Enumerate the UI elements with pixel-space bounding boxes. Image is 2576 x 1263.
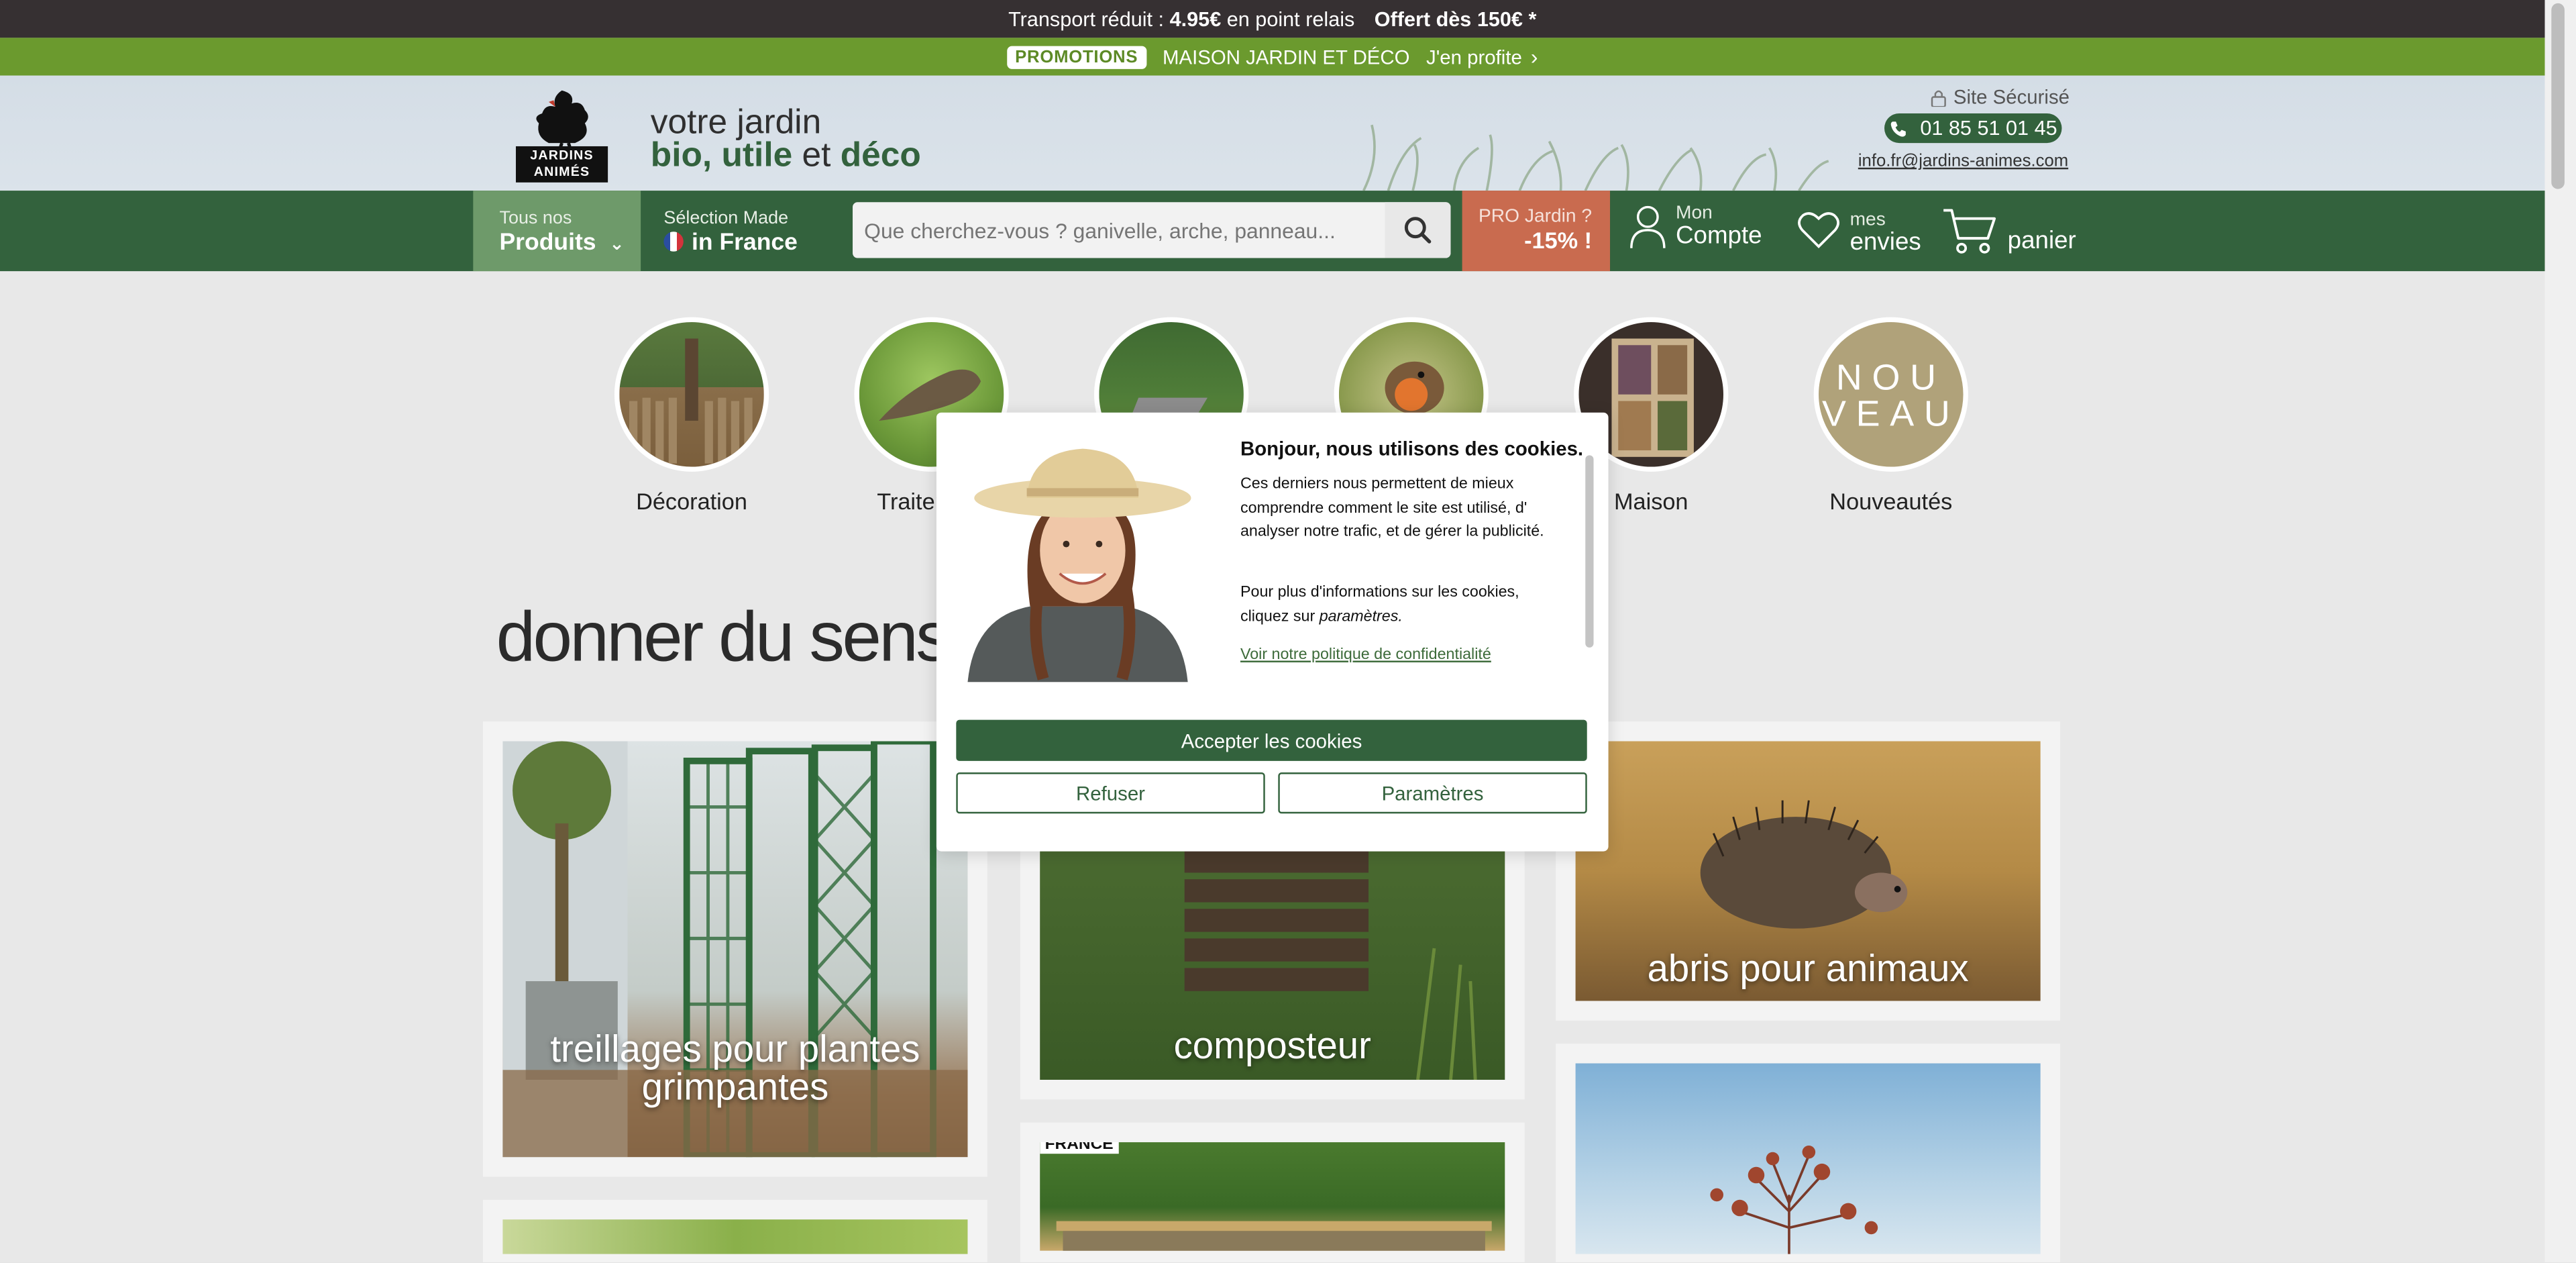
promo-badge: PROMOTIONS — [1006, 45, 1146, 68]
category-decoration[interactable]: Décoration — [612, 317, 770, 515]
cookie-settings-button[interactable]: Paramètres — [1278, 772, 1587, 814]
category-decoration-image — [614, 317, 769, 472]
chevron-down-icon: ⌄ — [609, 235, 625, 255]
page-scrollbar[interactable] — [2544, 0, 2576, 1262]
rooster-logo-icon — [536, 90, 588, 153]
card-trellis-image: treillages pour plantes grimpantes — [502, 741, 968, 1158]
settings-inline-link[interactable]: paramètres. — [1320, 607, 1403, 625]
search-input[interactable] — [853, 202, 1382, 258]
france-flag-icon — [663, 232, 684, 252]
cart-link[interactable]: panier — [1942, 205, 2076, 254]
cookie-consent-dialog: Bonjour, nous utilisons des cookies. Ces… — [936, 412, 1609, 852]
card-trellis-caption: treillages pour plantes grimpantes — [550, 1027, 920, 1108]
category-new[interactable]: NOU VEAU Nouveautés — [1812, 317, 1970, 515]
card-france[interactable]: FRANCE — [1020, 1122, 1525, 1262]
site-header: JARDINS ANIMÉS votre jardin bio, utile e… — [0, 75, 2545, 191]
phone-button[interactable]: 01 85 51 01 45 — [1884, 113, 2062, 144]
page-scrollbar-thumb[interactable] — [2551, 3, 2565, 189]
secure-site-label: Site Sécurisé — [1931, 85, 2070, 109]
accept-cookies-button[interactable]: Accepter les cookies — [956, 719, 1587, 761]
user-icon — [1630, 205, 1666, 248]
new-badge: NOU VEAU — [1813, 317, 1968, 472]
card-bottom-left[interactable] — [483, 1199, 987, 1262]
search-icon — [1404, 217, 1432, 244]
cookie-dialog-more-info: Pour plus d'informations sur les cookies… — [1240, 583, 1519, 625]
card-wind-spinner-image — [1575, 1063, 2041, 1254]
card-animal-shelters-image: abris pour animaux — [1575, 741, 2041, 1001]
email-link[interactable]: info.fr@jardins-animes.com — [1858, 151, 2068, 170]
tagline-line2: bio, utile et déco — [650, 136, 921, 174]
cart-icon — [1943, 209, 1996, 254]
card-trellis[interactable]: treillages pour plantes grimpantes — [483, 721, 987, 1177]
card-animal-shelters[interactable]: abris pour animaux — [1556, 721, 2061, 1021]
wishlist-link[interactable]: mes envies — [1797, 204, 1921, 256]
refuse-cookies-button[interactable]: Refuser — [956, 772, 1265, 814]
card-composter[interactable]: composteur — [1020, 829, 1525, 1100]
card-composter-caption: composteur — [1173, 1023, 1371, 1067]
card-france-image: FRANCE — [1040, 1142, 1505, 1251]
promo-cta[interactable]: J'en profite › — [1426, 44, 1538, 69]
privacy-policy-link[interactable]: Voir notre politique de confidentialité — [1240, 646, 1491, 664]
pro-garden-link[interactable]: PRO Jardin ? -15% ! — [1462, 191, 1611, 272]
gardener-photo — [967, 448, 1191, 683]
card-composter-image: composteur — [1040, 850, 1505, 1080]
card-wind-spinner[interactable] — [1556, 1044, 2061, 1262]
lock-icon — [1931, 89, 1946, 106]
account-link[interactable]: Mon Compte — [1629, 204, 1762, 250]
grass-decoration — [1362, 124, 1829, 191]
cookie-dialog-title: Bonjour, nous utilisons des cookies. — [1240, 437, 1584, 460]
main-nav: Tous nos Produits ⌄ Sélection Made in Fr… — [0, 191, 2545, 272]
cookie-dialog-text: Ces derniers nous permettent de mieux co… — [1240, 474, 1544, 541]
shipping-banner: Transport réduit : 4.95€ en point relais… — [0, 0, 2545, 38]
heart-icon — [1798, 212, 1839, 248]
page-headline: donner du sens — [496, 598, 951, 677]
shipping-text: Transport réduit : 4.95€ en point relais — [1008, 7, 1355, 31]
cookie-dialog-scrollbar[interactable] — [1585, 455, 1594, 648]
search-bar — [853, 202, 1451, 258]
card-bottom-left-image — [502, 1219, 968, 1254]
free-shipping-text: Offert dès 150€ * — [1374, 7, 1537, 31]
card-animal-shelters-caption: abris pour animaux — [1647, 946, 1969, 990]
chevron-right-icon: › — [1530, 44, 1538, 69]
made-in-france-link[interactable]: Sélection Made in France — [663, 207, 798, 256]
promo-text: MAISON JARDIN ET DÉCO — [1163, 45, 1410, 68]
logo-wordmark: JARDINS ANIMÉS — [515, 146, 608, 183]
search-button[interactable] — [1385, 202, 1451, 258]
site-logo[interactable]: JARDINS ANIMÉS — [515, 87, 608, 183]
all-products-menu[interactable]: Tous nos Produits ⌄ — [473, 191, 641, 272]
phone-icon — [1890, 121, 1906, 136]
promo-banner[interactable]: PROMOTIONS MAISON JARDIN ET DÉCO J'en pr… — [0, 38, 2545, 76]
